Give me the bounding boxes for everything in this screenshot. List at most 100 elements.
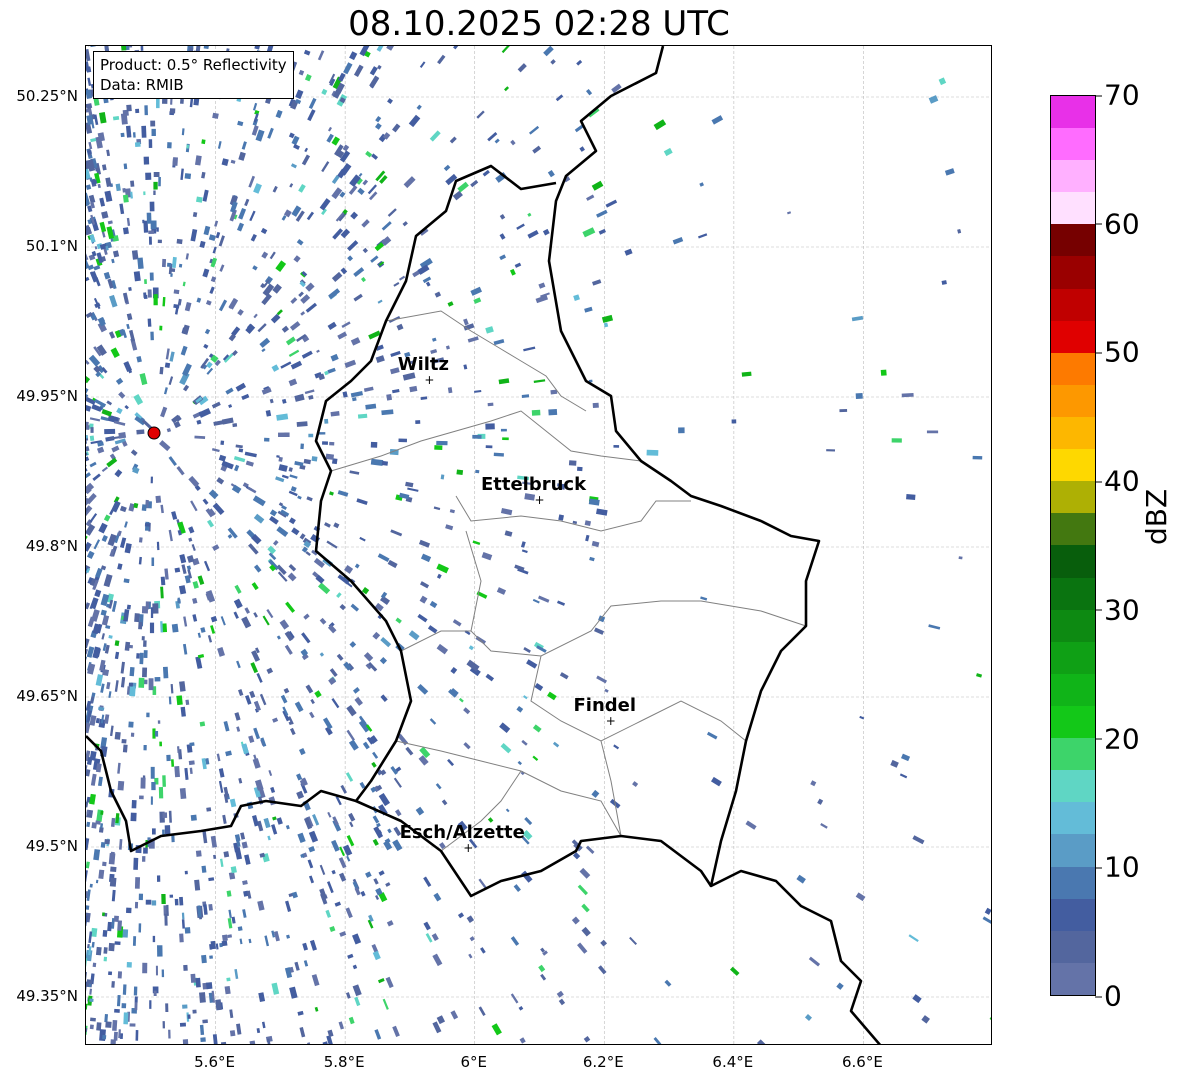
echo-pixel [285, 824, 290, 830]
echo-pixel [117, 762, 121, 774]
echo-pixel [382, 998, 389, 1010]
echo-pixel [469, 1044, 475, 1045]
echo-pixel [179, 98, 184, 104]
echo-pixel [86, 602, 91, 610]
echo-pixel [168, 810, 172, 823]
echo-pixel [289, 986, 298, 999]
echo-pixel [247, 486, 257, 494]
echo-pixel [321, 88, 328, 96]
echo-pixel [125, 125, 132, 138]
city-marker-icon: + [534, 493, 544, 507]
echo-pixel [86, 768, 91, 777]
echo-pixel [532, 598, 540, 604]
echo-pixel [470, 179, 479, 188]
echo-pixel [298, 291, 304, 298]
echo-pixel [155, 965, 158, 976]
echo-pixel [165, 348, 170, 360]
echo-pixel [499, 214, 506, 220]
echo-pixel [485, 326, 494, 334]
echo-pixel [463, 707, 471, 715]
echo-pixel [172, 157, 178, 166]
echo-pixel [392, 1025, 400, 1037]
echo-pixel [345, 992, 351, 999]
echo-pixel [241, 616, 252, 629]
echo-pixel [711, 776, 722, 787]
echo-pixel [288, 378, 298, 387]
echo-pixel [157, 720, 161, 724]
echo-pixel [523, 695, 528, 700]
echo-pixel [152, 603, 159, 614]
echo-pixel [181, 912, 185, 920]
echo-pixel [89, 435, 95, 441]
echo-pixel [429, 718, 437, 725]
echo-pixel [134, 1002, 138, 1011]
echo-pixel [105, 177, 112, 187]
echo-pixel [312, 814, 320, 826]
echo-pixel [552, 741, 560, 748]
echo-pixel [221, 158, 229, 166]
echo-pixel [348, 812, 356, 822]
echo-pixel [162, 666, 169, 679]
echo-pixel [678, 427, 685, 434]
echo-pixel [206, 367, 214, 375]
echo-pixel [120, 46, 127, 51]
echo-pixel [142, 667, 148, 678]
echo-pixel [241, 841, 248, 849]
echo-pixel [184, 301, 192, 312]
echo-pixel [201, 954, 207, 964]
echo-pixel [112, 1019, 118, 1031]
echo-pixel [376, 46, 385, 52]
echo-pixel [216, 477, 225, 485]
echo-pixel [984, 907, 991, 915]
radar-map[interactable]: + Wiltz + Ettelbruck + Findel + Esch/Alzette [85, 45, 992, 1045]
echo-pixel [148, 230, 155, 234]
colorbar-segment [1051, 95, 1095, 129]
echo-pixel [305, 551, 311, 557]
echo-pixel [100, 810, 104, 815]
echo-pixel [944, 168, 955, 176]
echo-pixel [280, 361, 292, 369]
echo-pixel [237, 120, 244, 127]
echo-pixel [982, 916, 991, 925]
echo-pixel [222, 814, 227, 824]
echo-pixel [808, 956, 821, 967]
colorbar-segment [1051, 481, 1095, 514]
colorbar-segment [1051, 320, 1095, 353]
echo-pixel [586, 194, 595, 201]
echo-pixel [394, 809, 402, 817]
echo-pixel [252, 495, 266, 507]
echo-pixel [297, 832, 306, 843]
colorbar-tick-label: 10 [1095, 850, 1140, 884]
echo-pixel [122, 227, 129, 235]
echo-pixel [113, 420, 126, 426]
echo-pixel [472, 434, 482, 439]
echo-pixel [192, 614, 198, 622]
echo-pixel [272, 185, 278, 193]
echo-pixel [510, 936, 520, 946]
echo-pixel [182, 643, 188, 655]
echo-pixel [188, 526, 195, 534]
echo-pixel [169, 894, 174, 898]
echo-pixel [745, 820, 757, 830]
echo-pixel [134, 142, 141, 148]
echo-pixel [100, 841, 106, 848]
echo-pixel [278, 464, 288, 472]
echo-pixel [300, 311, 306, 316]
gridlines [86, 46, 991, 1044]
echo-pixel [90, 773, 97, 786]
echo-pixel [116, 994, 121, 1007]
echo-pixel [340, 267, 348, 275]
echo-pixel [276, 817, 283, 825]
colorbar-tick-label: 30 [1095, 593, 1140, 627]
echo-pixel [381, 460, 389, 466]
echo-pixel [441, 799, 448, 806]
echo-pixel [89, 461, 97, 468]
echo-pixel [398, 275, 406, 281]
echo-pixel [337, 490, 349, 497]
colorbar-tick-label: 70 [1095, 78, 1140, 112]
echo-pixel [244, 198, 250, 207]
echo-pixel [457, 181, 469, 193]
echo-pixel [221, 934, 228, 942]
echo-pixel [248, 735, 255, 743]
echo-pixel [253, 313, 258, 319]
